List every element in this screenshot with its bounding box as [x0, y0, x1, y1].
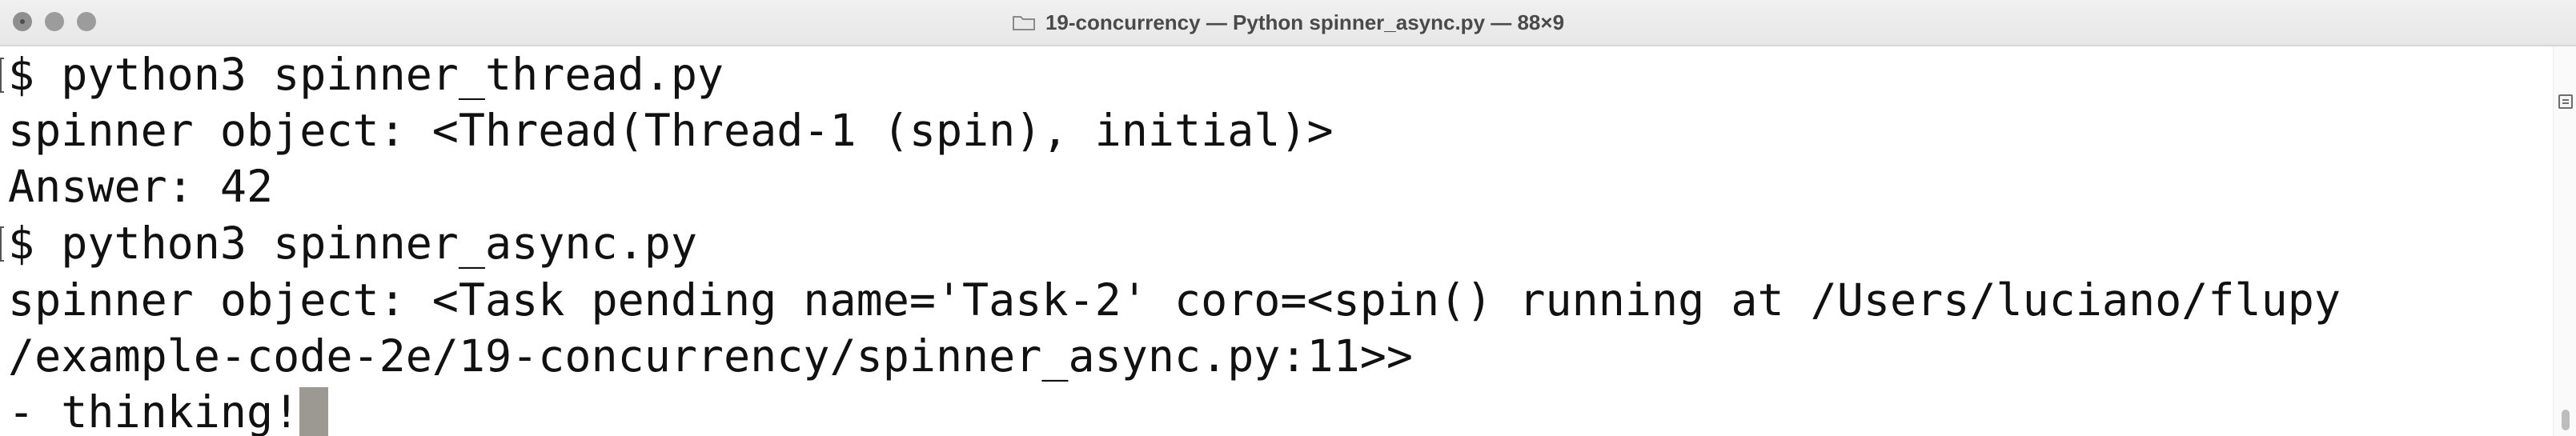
scroll-thumb[interactable] [2562, 410, 2570, 430]
marks-menu-icon[interactable] [2558, 94, 2573, 109]
terminal-current-line: - thinking! [8, 384, 329, 436]
text-cursor [299, 387, 329, 436]
spinner-status-text: - thinking! [8, 386, 300, 436]
vertical-scrollbar[interactable] [2553, 46, 2576, 436]
terminal-window: 19-concurrency — Python spinner_async.py… [0, 0, 2576, 436]
folder-icon [1012, 14, 1036, 31]
title-bar[interactable]: 19-concurrency — Python spinner_async.py… [0, 0, 2576, 46]
terminal-line: spinner object: <Thread(Thread-1 (spin),… [8, 105, 1334, 156]
window-title-group: 19-concurrency — Python spinner_async.py… [0, 0, 2576, 45]
terminal-line: $ python3 spinner_thread.py [8, 49, 724, 100]
terminal-line: spinner object: <Task pending name='Task… [8, 274, 2341, 326]
terminal-line: /example-code-2e/19-concurrency/spinner_… [8, 330, 1413, 382]
window-title: 19-concurrency — Python spinner_async.py… [1045, 10, 1565, 34]
terminal-line: $ python3 spinner_async.py [8, 218, 697, 269]
prompt-mark [0, 58, 4, 93]
prompt-mark [0, 226, 4, 262]
terminal-output[interactable]: $ python3 spinner_thread.py spinner obje… [0, 46, 2554, 436]
terminal-line: Answer: 42 [8, 161, 274, 212]
